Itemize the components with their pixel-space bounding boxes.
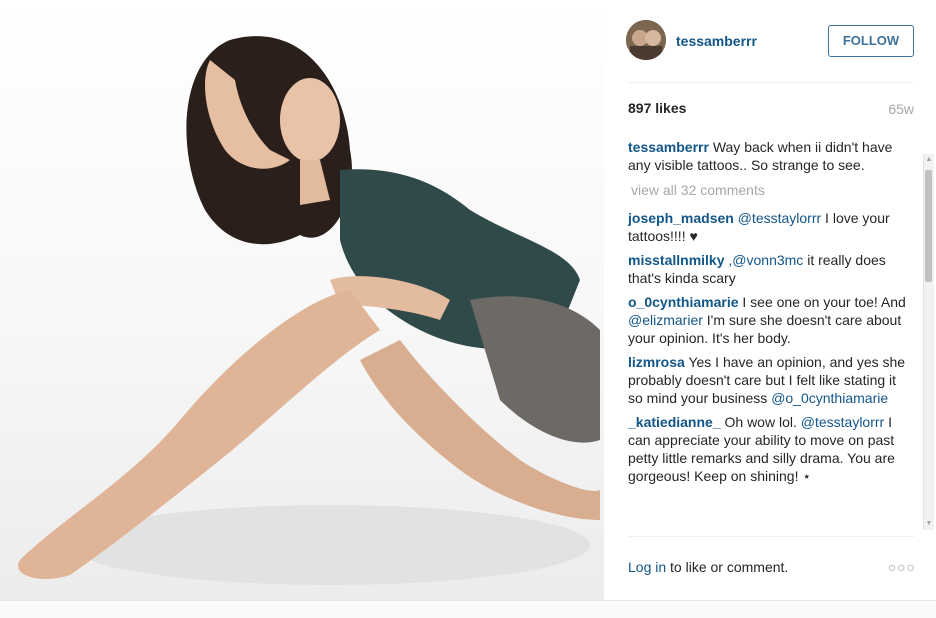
photo-illustration: [18, 36, 600, 585]
comment-item: o_0cynthiamarie I see one on your toe! A…: [628, 293, 910, 347]
comment-username[interactable]: o_0cynthiamarie: [628, 294, 739, 310]
footer-text: to like or comment.: [666, 559, 789, 575]
comment-item: _katiedianne_ Oh wow lol. @tesstaylorrr …: [628, 413, 910, 485]
avatar[interactable]: [626, 20, 666, 60]
post-age[interactable]: 65w: [888, 101, 914, 117]
comment-mention[interactable]: @o_0cynthiamarie: [771, 390, 888, 406]
post-header: tessamberrr FOLLOW: [604, 0, 936, 82]
avatar-icon: [626, 20, 666, 60]
comment-username[interactable]: _katiedianne_: [628, 414, 721, 430]
header-divider: [628, 82, 914, 83]
scrollbar-thumb[interactable]: [925, 170, 932, 282]
comment-text: Oh wow lol.: [720, 414, 801, 430]
caption-username[interactable]: tessamberrr: [628, 139, 709, 155]
comment-username[interactable]: joseph_madsen: [628, 210, 734, 226]
comments-list: tessamberrr Way back when ii didn't have…: [628, 138, 910, 528]
username-link[interactable]: tessamberrr: [676, 33, 757, 49]
comment-mention[interactable]: @tesstaylorrr: [801, 414, 884, 430]
comments-scrollbar[interactable]: ▲ ▼: [923, 154, 934, 530]
post-photo[interactable]: [0, 0, 604, 600]
footer-divider: [628, 536, 914, 537]
comment-text: I see one on your toe! And: [738, 294, 906, 310]
comment-item: lizmrosa Yes I have an opinion, and yes …: [628, 353, 910, 407]
scroll-down-icon[interactable]: ▼: [925, 520, 933, 528]
follow-button[interactable]: FOLLOW: [828, 25, 914, 57]
likes-count[interactable]: 897 likes: [628, 100, 686, 116]
post-footer: Log in to like or comment.: [628, 559, 788, 575]
comment-item: joseph_madsen @tesstaylorrr I love your …: [628, 209, 910, 245]
post-container: tessamberrr FOLLOW 897 likes 65w tessamb…: [0, 0, 936, 601]
post-sidebar: tessamberrr FOLLOW 897 likes 65w tessamb…: [604, 0, 936, 600]
scroll-up-icon[interactable]: ▲: [925, 156, 933, 164]
comment-username[interactable]: lizmrosa: [628, 354, 685, 370]
comment-mention[interactable]: @tesstaylorrr: [738, 210, 821, 226]
comment-mention[interactable]: ,@vonn3mc: [728, 252, 803, 268]
more-options-icon[interactable]: ○○○: [888, 559, 916, 575]
comment-mention[interactable]: @elizmarier: [628, 312, 703, 328]
comment-username[interactable]: misstallnmilky: [628, 252, 725, 268]
caption: tessamberrr Way back when ii didn't have…: [628, 138, 910, 174]
view-all-comments-link[interactable]: view all 32 comments: [631, 181, 910, 199]
comment-item: misstallnmilky ,@vonn3mc it really does …: [628, 251, 910, 287]
login-link[interactable]: Log in: [628, 559, 666, 575]
